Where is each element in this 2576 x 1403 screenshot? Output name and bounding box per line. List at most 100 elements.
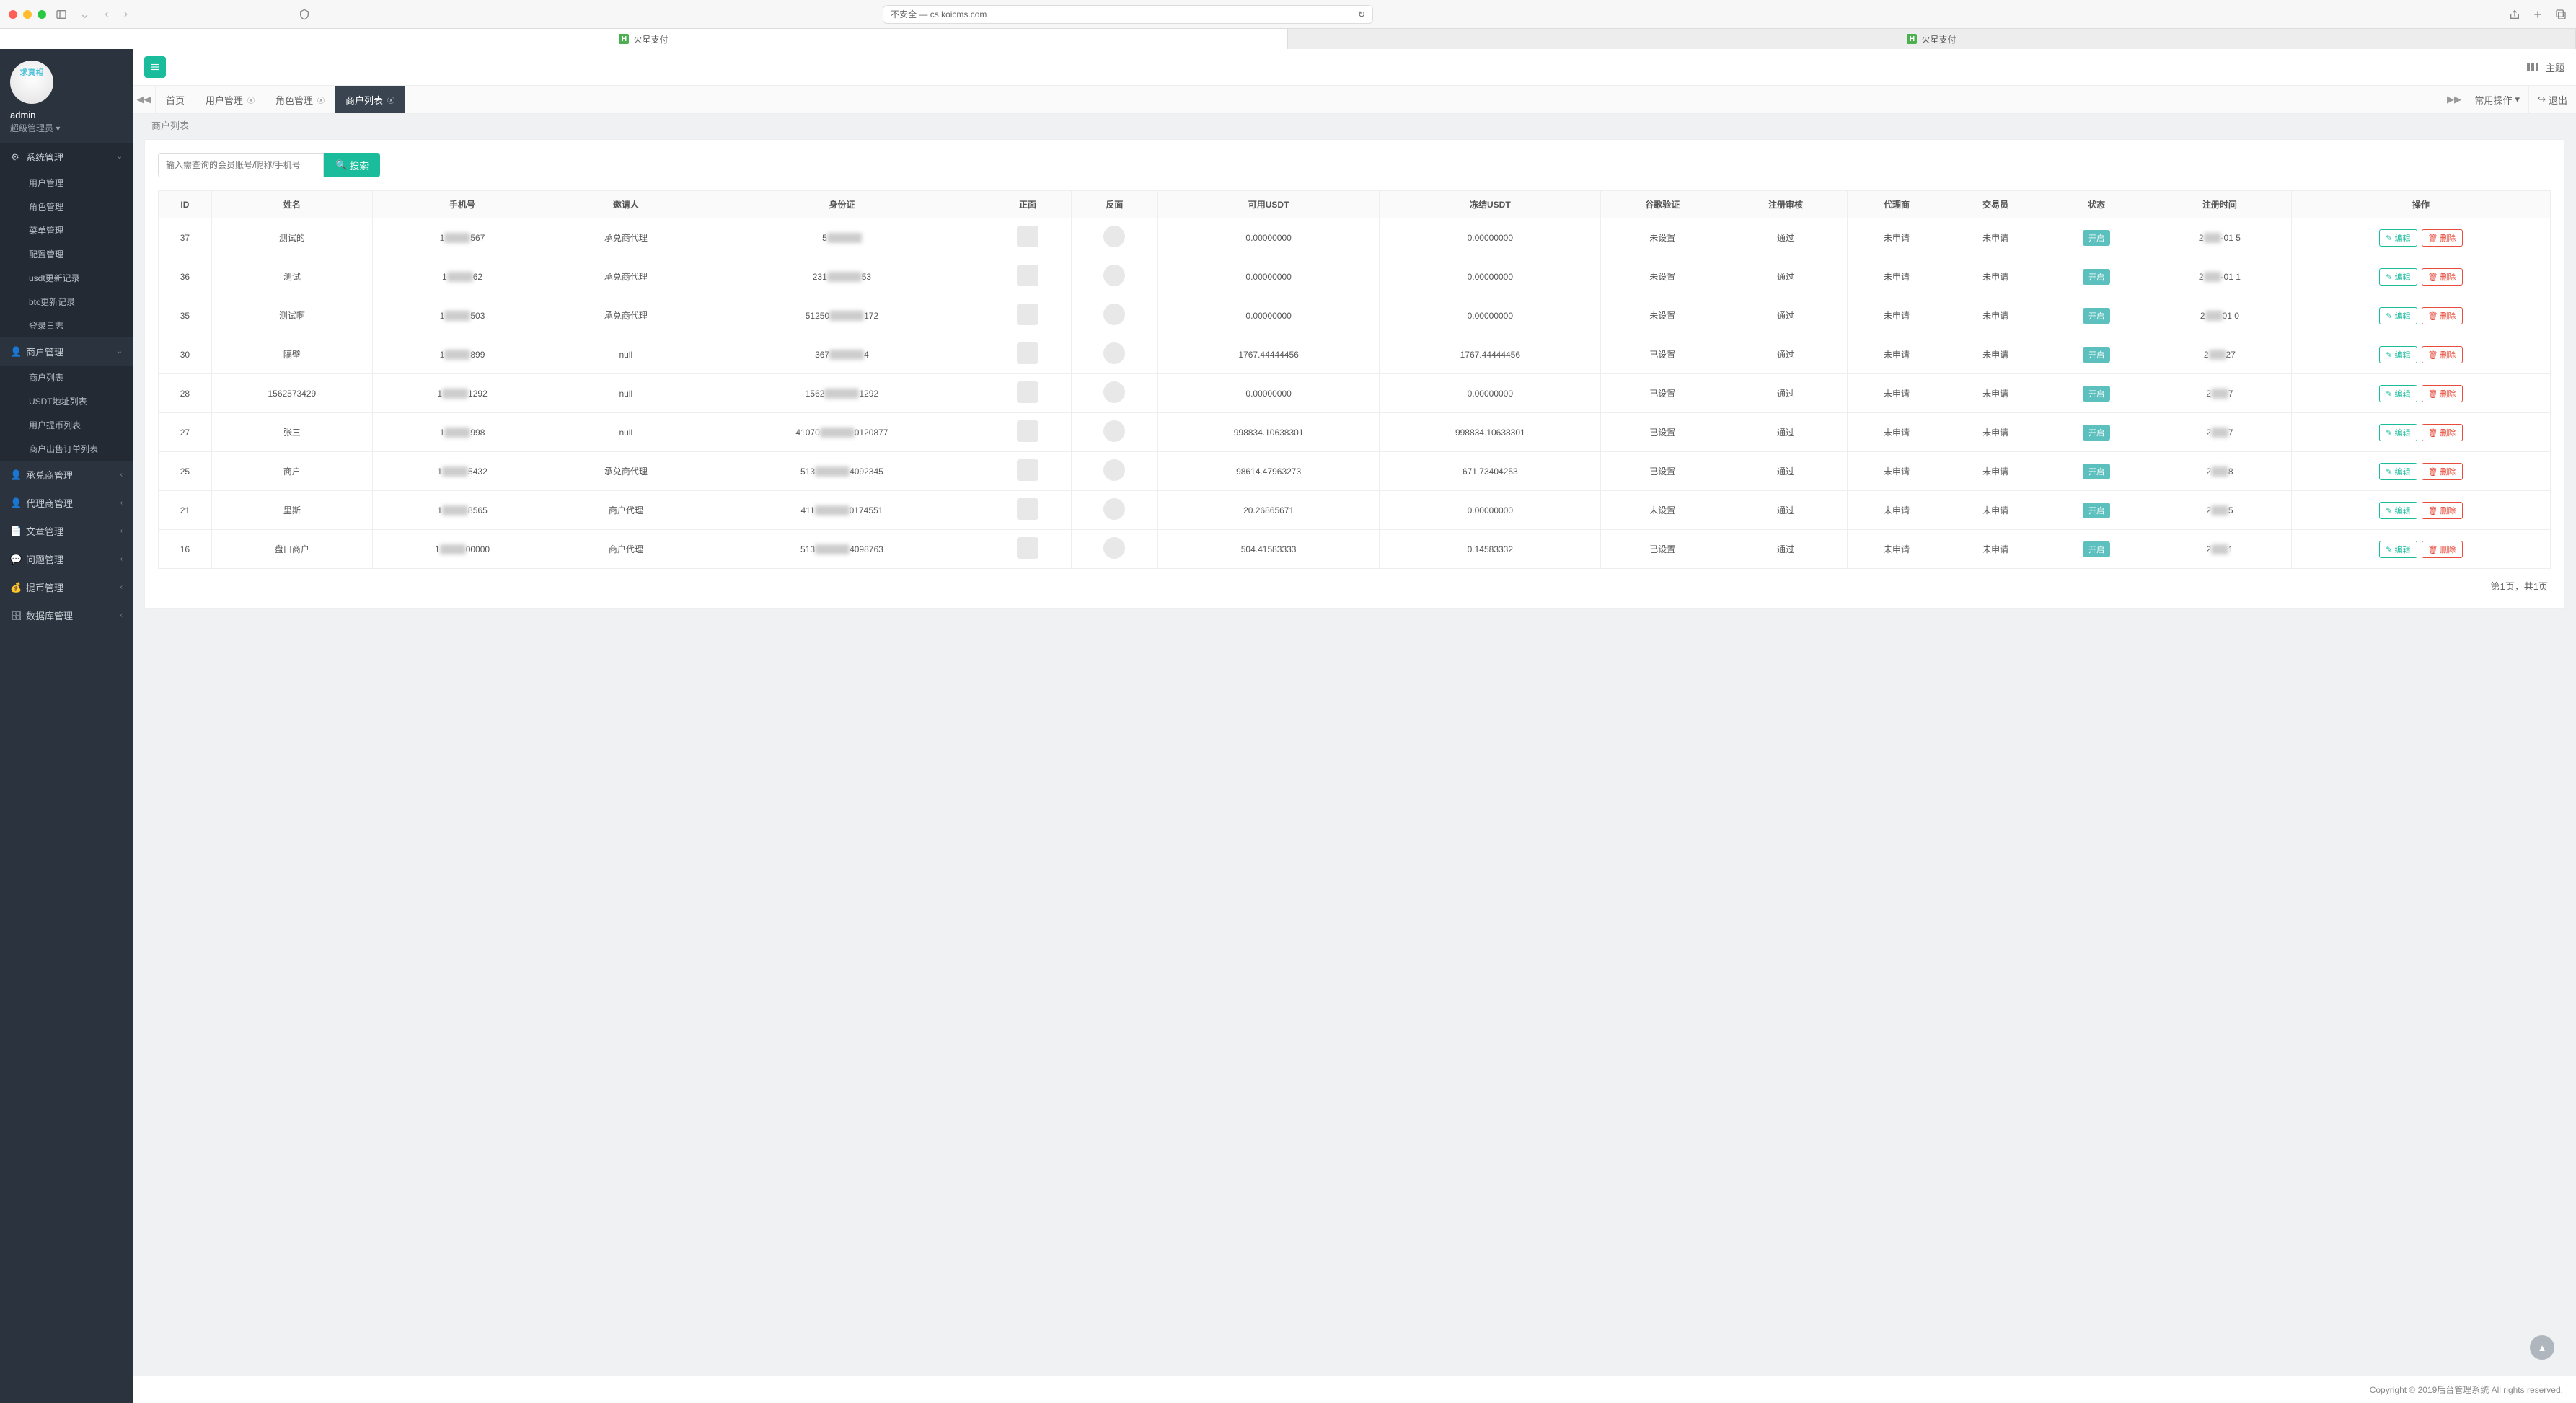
status-badge[interactable]: 开启 (2083, 464, 2110, 479)
browser-tab-2[interactable]: H火星支付 (1288, 29, 2576, 49)
status-badge[interactable]: 开启 (2083, 541, 2110, 557)
delete-button[interactable]: 🗑 删除 (2422, 424, 2463, 441)
edit-button[interactable]: ✎ 编辑 (2379, 346, 2417, 363)
maximize-window[interactable] (38, 10, 46, 19)
status-badge[interactable]: 开启 (2083, 425, 2110, 441)
minimize-window[interactable] (23, 10, 32, 19)
table-row: 25商户1xxxxxx5432承兑商代理513xxxxxxxx409234598… (159, 452, 2551, 491)
scroll-top-button[interactable]: ▲ (2530, 1335, 2554, 1360)
theme-label[interactable]: 主题 (2546, 61, 2564, 74)
id-back-thumb[interactable] (1103, 342, 1125, 364)
id-back-thumb[interactable] (1103, 459, 1125, 481)
id-front-thumb[interactable] (1017, 265, 1038, 286)
delete-button[interactable]: 🗑 删除 (2422, 541, 2463, 558)
sidebar-toggle-icon[interactable] (55, 8, 68, 21)
sidebar-section-0[interactable]: ⚙系统管理⌄ (0, 143, 133, 171)
sidebar-item[interactable]: USDT地址列表 (0, 389, 133, 413)
id-front-thumb[interactable] (1017, 381, 1038, 403)
sidebar-section-5[interactable]: 💬问题管理‹ (0, 545, 133, 573)
edit-button[interactable]: ✎ 编辑 (2379, 385, 2417, 402)
edit-button[interactable]: ✎ 编辑 (2379, 541, 2417, 558)
share-icon[interactable] (2508, 8, 2521, 21)
address-bar[interactable]: 不安全 — cs.koicms.com ↻ (883, 5, 1373, 24)
search-input[interactable] (158, 153, 324, 177)
sidebar-section-2[interactable]: 👤承兑商管理‹ (0, 461, 133, 489)
status-badge[interactable]: 开启 (2083, 230, 2110, 246)
theme-icon[interactable] (2527, 63, 2538, 71)
sidebar-section-1[interactable]: 👤商户管理⌄ (0, 337, 133, 366)
edit-button[interactable]: ✎ 编辑 (2379, 463, 2417, 480)
chevron-down-icon[interactable]: ⌄ (76, 6, 93, 22)
sidebar-item[interactable]: btc更新记录 (0, 290, 133, 314)
id-front-thumb[interactable] (1017, 537, 1038, 559)
close-icon[interactable]: ⓧ (387, 94, 394, 105)
id-front-thumb[interactable] (1017, 498, 1038, 520)
id-front-thumb[interactable] (1017, 342, 1038, 364)
delete-button[interactable]: 🗑 删除 (2422, 502, 2463, 519)
id-front-thumb[interactable] (1017, 420, 1038, 442)
sidebar-item[interactable]: 角色管理 (0, 195, 133, 218)
edit-button[interactable]: ✎ 编辑 (2379, 502, 2417, 519)
tabs-overview-icon[interactable] (2554, 8, 2567, 21)
edit-button[interactable]: ✎ 编辑 (2379, 424, 2417, 441)
edit-button[interactable]: ✎ 编辑 (2379, 229, 2417, 247)
sidebar-section-4[interactable]: 📄文章管理‹ (0, 517, 133, 545)
id-back-thumb[interactable] (1103, 420, 1125, 442)
status-badge[interactable]: 开启 (2083, 269, 2110, 285)
search-button[interactable]: 🔍 搜索 (324, 153, 380, 177)
edit-button[interactable]: ✎ 编辑 (2379, 307, 2417, 324)
tabs-scroll-right[interactable]: ▶▶ (2443, 86, 2466, 113)
id-back-thumb[interactable] (1103, 498, 1125, 520)
id-back-thumb[interactable] (1103, 304, 1125, 325)
close-icon[interactable]: ⓧ (317, 94, 325, 105)
nav-back-icon[interactable]: ‹ (102, 6, 112, 22)
page-tab[interactable]: 用户管理ⓧ (195, 86, 265, 113)
id-front-thumb[interactable] (1017, 226, 1038, 247)
close-icon[interactable]: ⓧ (247, 94, 255, 105)
id-back-thumb[interactable] (1103, 381, 1125, 403)
delete-button[interactable]: 🗑 删除 (2422, 385, 2463, 402)
chevron-icon: ‹ (120, 499, 123, 507)
nav-forward-icon[interactable]: › (120, 6, 131, 22)
sidebar-item[interactable]: 商户列表 (0, 366, 133, 389)
sidebar-section-7[interactable]: 🗄数据库管理‹ (0, 601, 133, 629)
logout-button[interactable]: ↪退出 (2528, 86, 2576, 113)
sidebar-item[interactable]: 用户管理 (0, 171, 133, 195)
reload-icon[interactable]: ↻ (1358, 9, 1365, 19)
tabs-scroll-left[interactable]: ◀◀ (133, 86, 156, 113)
sidebar-item[interactable]: 配置管理 (0, 242, 133, 266)
sidebar-item[interactable]: usdt更新记录 (0, 266, 133, 290)
delete-button[interactable]: 🗑 删除 (2422, 229, 2463, 247)
id-back-thumb[interactable] (1103, 537, 1125, 559)
profile-role[interactable]: 超级管理员 ▾ (10, 122, 123, 134)
status-badge[interactable]: 开启 (2083, 347, 2110, 363)
browser-tab-1[interactable]: H火星支付 (0, 29, 1288, 49)
common-ops-dropdown[interactable]: 常用操作▾ (2466, 86, 2529, 113)
page-tab[interactable]: 角色管理ⓧ (265, 86, 335, 113)
hamburger-button[interactable] (144, 56, 166, 78)
id-front-thumb[interactable] (1017, 304, 1038, 325)
delete-button[interactable]: 🗑 删除 (2422, 346, 2463, 363)
status-badge[interactable]: 开启 (2083, 386, 2110, 402)
status-badge[interactable]: 开启 (2083, 308, 2110, 324)
new-tab-icon[interactable] (2531, 8, 2544, 21)
edit-button[interactable]: ✎ 编辑 (2379, 268, 2417, 286)
delete-button[interactable]: 🗑 删除 (2422, 268, 2463, 286)
sidebar-item[interactable]: 商户出售订单列表 (0, 437, 133, 461)
sidebar-item[interactable]: 登录日志 (0, 314, 133, 337)
column-header: 交易员 (1946, 191, 2045, 218)
close-window[interactable] (9, 10, 17, 19)
delete-button[interactable]: 🗑 删除 (2422, 463, 2463, 480)
sidebar-section-3[interactable]: 👤代理商管理‹ (0, 489, 133, 517)
id-back-thumb[interactable] (1103, 226, 1125, 247)
delete-button[interactable]: 🗑 删除 (2422, 307, 2463, 324)
page-tab[interactable]: 商户列表ⓧ (335, 86, 405, 113)
sidebar-section-6[interactable]: 💰提币管理‹ (0, 573, 133, 601)
shield-icon[interactable] (298, 8, 311, 21)
id-back-thumb[interactable] (1103, 265, 1125, 286)
sidebar-item[interactable]: 用户提币列表 (0, 413, 133, 437)
id-front-thumb[interactable] (1017, 459, 1038, 481)
sidebar-item[interactable]: 菜单管理 (0, 218, 133, 242)
status-badge[interactable]: 开启 (2083, 503, 2110, 518)
page-tab-home[interactable]: 首页 (156, 86, 195, 113)
